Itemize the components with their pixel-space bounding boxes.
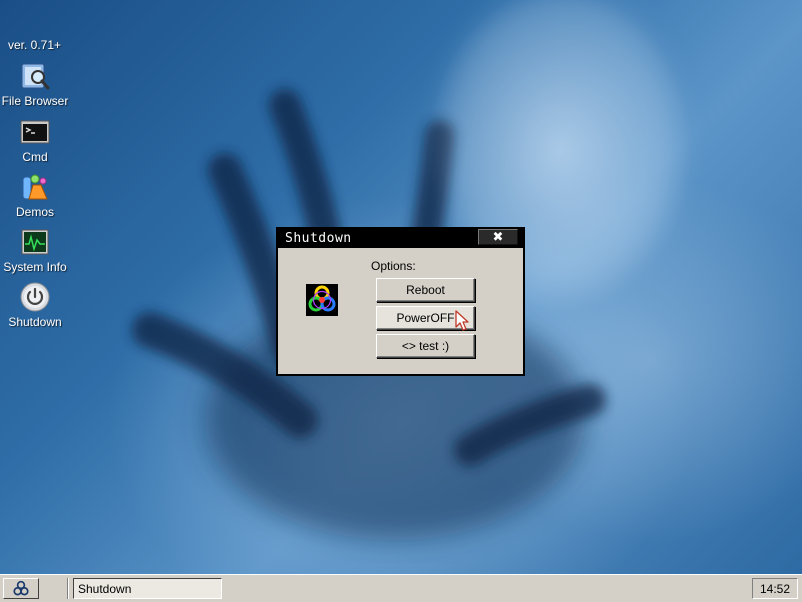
desktop-icon-label: File Browser	[1, 94, 69, 108]
desktop-icon-label: Shutdown	[8, 315, 62, 329]
close-button[interactable]: ✖	[478, 229, 518, 245]
taskbar-separator	[67, 578, 69, 599]
biohazard-icon	[13, 580, 29, 596]
taskbar-item-shutdown[interactable]: Shutdown	[73, 578, 222, 599]
terminal-icon	[20, 120, 50, 144]
desktop-icon-system-info[interactable]: System Info	[0, 226, 70, 274]
desktop-icon-cmd[interactable]: Cmd	[0, 116, 70, 164]
clock: 14:52	[752, 578, 798, 599]
dialog-title: Shutdown	[285, 231, 352, 246]
biohazard-icon	[306, 284, 338, 316]
desktop-icon-label: System Info	[3, 260, 67, 274]
desktop-icon-file-browser[interactable]: File Browser	[0, 60, 70, 108]
desktop-icon-label: Cmd	[22, 150, 48, 164]
file-browser-icon	[21, 63, 50, 90]
desktop-icon-shutdown[interactable]: Shutdown	[0, 281, 70, 329]
desktop-icon-demos[interactable]: Demos	[0, 171, 70, 219]
system-info-icon	[21, 229, 49, 255]
options-label: Options:	[371, 259, 416, 273]
desktop: ver. 0.71+ File Browser Cmd Demos System…	[0, 0, 802, 574]
power-icon	[20, 282, 50, 312]
dialog-titlebar[interactable]: Shutdown ✖	[278, 229, 523, 248]
close-icon: ✖	[492, 229, 504, 244]
mouse-cursor-icon	[455, 310, 469, 331]
shutdown-dialog: Shutdown ✖ Options: Reboot PowerOFF <> t…	[276, 227, 525, 376]
start-button[interactable]	[3, 578, 39, 599]
reboot-button[interactable]: Reboot	[376, 278, 475, 302]
desktop-icon-label: Demos	[15, 205, 54, 219]
taskbar: Shutdown 14:52	[0, 574, 802, 602]
demos-icon	[22, 174, 48, 200]
version-label: ver. 0.71+	[8, 38, 62, 52]
test-button[interactable]: <> test :)	[376, 334, 475, 358]
